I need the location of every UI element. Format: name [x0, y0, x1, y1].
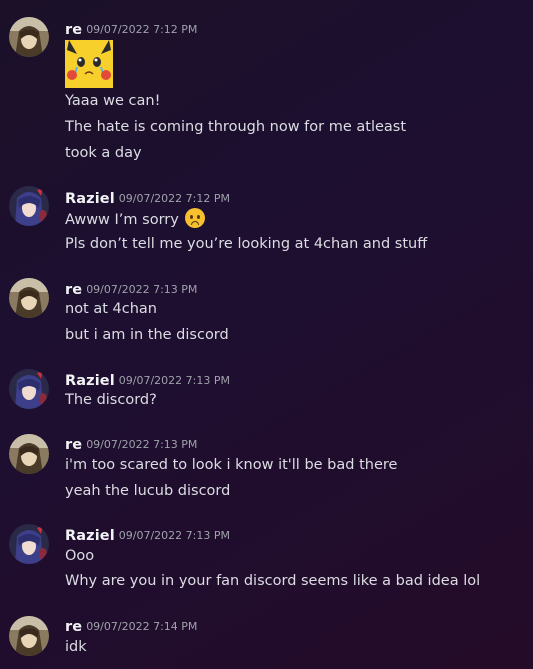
message-text-row: Awww I’m sorry [65, 208, 206, 230]
message-text: took a day [65, 145, 142, 161]
message-text: but i am in the discord [65, 327, 229, 343]
avatar[interactable] [9, 434, 49, 474]
message-text: i'm too scared to look i know it'll be b… [65, 457, 398, 473]
author-name[interactable]: re [65, 282, 82, 298]
timestamp: 09/07/2022 7:13 PM [86, 283, 198, 296]
message-text: not at 4chan [65, 301, 157, 317]
avatar[interactable] [9, 17, 49, 57]
message-header: re 09/07/2022 7:13 PM [65, 279, 197, 299]
avatar[interactable] [9, 616, 49, 656]
message-header: re 09/07/2022 7:12 PM [65, 19, 197, 39]
message-header: re 09/07/2022 7:14 PM [65, 616, 197, 636]
message-text: The hate is coming through now for me at… [65, 119, 407, 135]
author-name[interactable]: re [65, 437, 82, 453]
message-text: Ooo [65, 548, 95, 564]
message-text: The discord? [65, 392, 157, 408]
frowning-face-icon[interactable] [185, 208, 206, 228]
pikachu-crying-sticker[interactable] [65, 40, 113, 88]
avatar[interactable] [9, 524, 49, 564]
timestamp: 09/07/2022 7:13 PM [118, 374, 230, 387]
chat-message-list: re 09/07/2022 7:12 PM Yaaa we can! The ha… [0, 0, 533, 669]
timestamp: 09/07/2022 7:12 PM [118, 192, 230, 205]
timestamp: 09/07/2022 7:12 PM [86, 23, 198, 36]
message-header: Raziel 09/07/2022 7:13 PM [65, 525, 230, 545]
author-name[interactable]: Raziel [65, 528, 115, 544]
author-name[interactable]: Raziel [65, 373, 115, 389]
avatar[interactable] [9, 278, 49, 318]
message-text: yeah the lucub discord [65, 483, 231, 499]
message-text: idk [65, 639, 87, 655]
message-text: Why are you in your fan discord seems li… [65, 573, 481, 589]
message-text: Yaaa we can! [65, 93, 161, 109]
avatar[interactable] [9, 186, 49, 226]
author-name[interactable]: re [65, 22, 82, 38]
author-name[interactable]: re [65, 619, 82, 635]
message-header: Raziel 09/07/2022 7:12 PM [65, 188, 230, 208]
timestamp: 09/07/2022 7:13 PM [118, 529, 230, 542]
message-header: Raziel 09/07/2022 7:13 PM [65, 370, 230, 390]
message-text: Awww I’m sorry [65, 212, 179, 228]
avatar[interactable] [9, 369, 49, 409]
author-name[interactable]: Raziel [65, 191, 115, 207]
timestamp: 09/07/2022 7:13 PM [86, 438, 198, 451]
message-text: Pls don’t tell me you’re looking at 4cha… [65, 236, 428, 252]
timestamp: 09/07/2022 7:14 PM [86, 620, 198, 633]
message-header: re 09/07/2022 7:13 PM [65, 434, 197, 454]
